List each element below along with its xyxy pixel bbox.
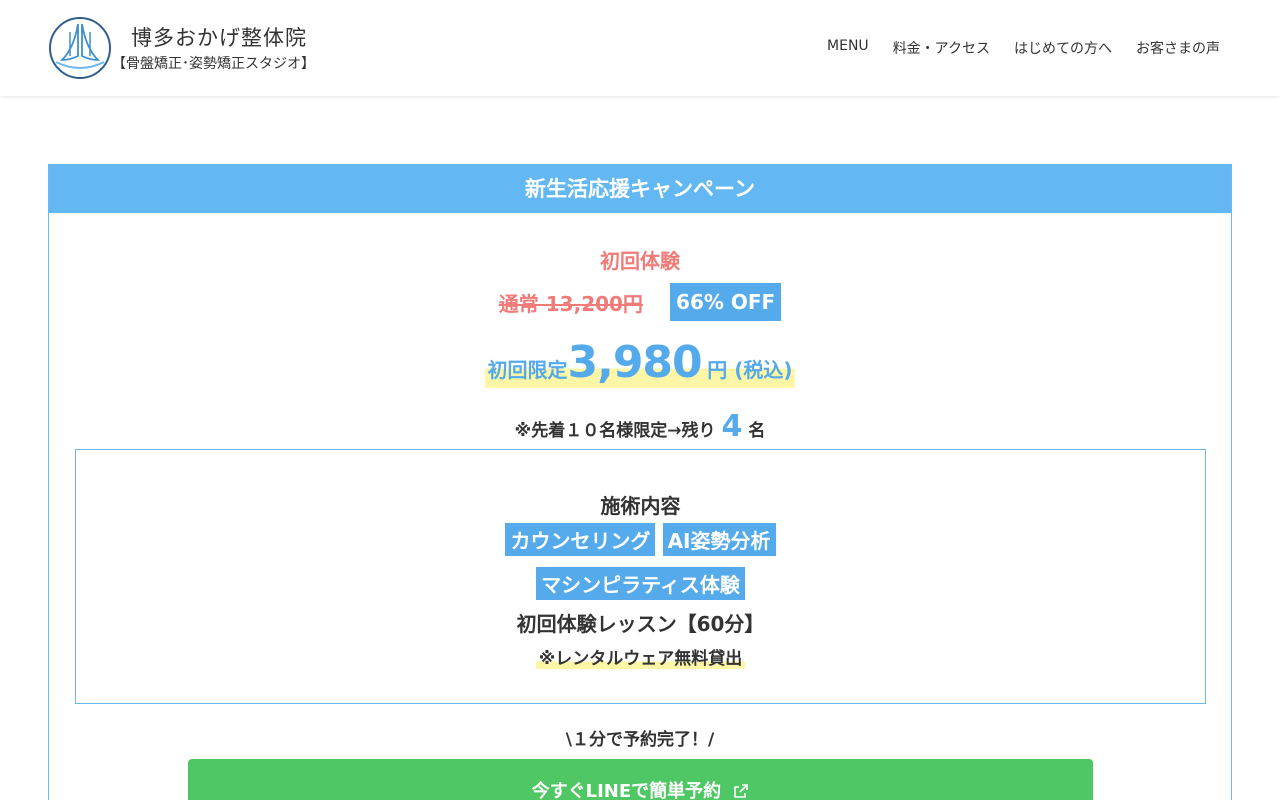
- remaining-prefix: ※先着１０名様限定→残り: [514, 421, 716, 441]
- nav-item-price-access[interactable]: 料金・アクセス: [893, 38, 990, 58]
- external-link-icon: [734, 784, 749, 798]
- price-row: 通常 13,200円 66% OFF: [49, 283, 1231, 321]
- limited-label: 初回限定: [487, 358, 568, 382]
- limited-price-highlight: 初回限定3,980 円 (税込): [485, 337, 795, 388]
- logo-subtitle: 【骨盤矯正･姿勢矯正スタジオ】: [112, 56, 315, 72]
- normal-price: 通常 13,200円: [498, 291, 643, 316]
- tag-row: カウンセリング AI姿勢分析: [76, 523, 1205, 556]
- tag-machine-pilates: マシンピラティス体験: [536, 567, 745, 600]
- limited-price-unit: 円 (税込): [707, 358, 793, 382]
- campaign-heading: 新生活応援キャンペーン: [49, 165, 1231, 213]
- logo-title[interactable]: 博多おかげ整体院: [131, 22, 307, 52]
- nav-item-voices[interactable]: お客さまの声: [1136, 38, 1220, 58]
- limited-price: 3,980: [567, 337, 702, 388]
- tag-ai-posture: AI姿勢分析: [662, 523, 776, 556]
- line-booking-button[interactable]: 今すぐLINEで簡単予約: [188, 759, 1093, 800]
- main-nav: MENU 料金・アクセス はじめての方へ お客さまの声: [827, 38, 1220, 58]
- limited-price-row: 初回限定3,980 円 (税込): [49, 337, 1231, 388]
- remaining-suffix: 名: [748, 421, 766, 441]
- nav-item-menu[interactable]: MENU: [827, 38, 869, 58]
- tag-row: マシンピラティス体験: [76, 567, 1205, 600]
- first-trial-label: 初回体験: [600, 249, 680, 273]
- quick-booking-text: \１分で予約完了！/: [565, 730, 715, 750]
- nav-item-first-time[interactable]: はじめての方へ: [1014, 38, 1112, 58]
- remaining-slots: ※先着１０名様限定→残り 4 名: [49, 409, 1231, 444]
- tag-counseling: カウンセリング: [505, 523, 656, 556]
- site-header: 博多おかげ整体院 【骨盤矯正･姿勢矯正スタジオ】 MENU 料金・アクセス はじ…: [0, 0, 1280, 96]
- treatment-content-box: 施術内容 カウンセリング AI姿勢分析 マシンピラティス体験 初回体験レッスン【…: [75, 449, 1206, 704]
- lesson-text: 初回体験レッスン【60分】: [516, 612, 765, 636]
- remaining-count: 4: [721, 409, 743, 444]
- campaign-box: 新生活応援キャンペーン 初回体験 通常 13,200円 66% OFF 初回限定…: [48, 164, 1232, 800]
- line-booking-label: 今すぐLINEで簡単予約: [531, 781, 722, 800]
- praying-hands-logo-icon[interactable]: [48, 16, 112, 80]
- rental-note: ※レンタルウェア無料貸出: [535, 644, 746, 669]
- rental-note-row: ※レンタルウェア無料貸出: [76, 644, 1205, 669]
- discount-badge: 66% OFF: [670, 283, 782, 321]
- treatment-content-title: 施術内容: [600, 494, 681, 518]
